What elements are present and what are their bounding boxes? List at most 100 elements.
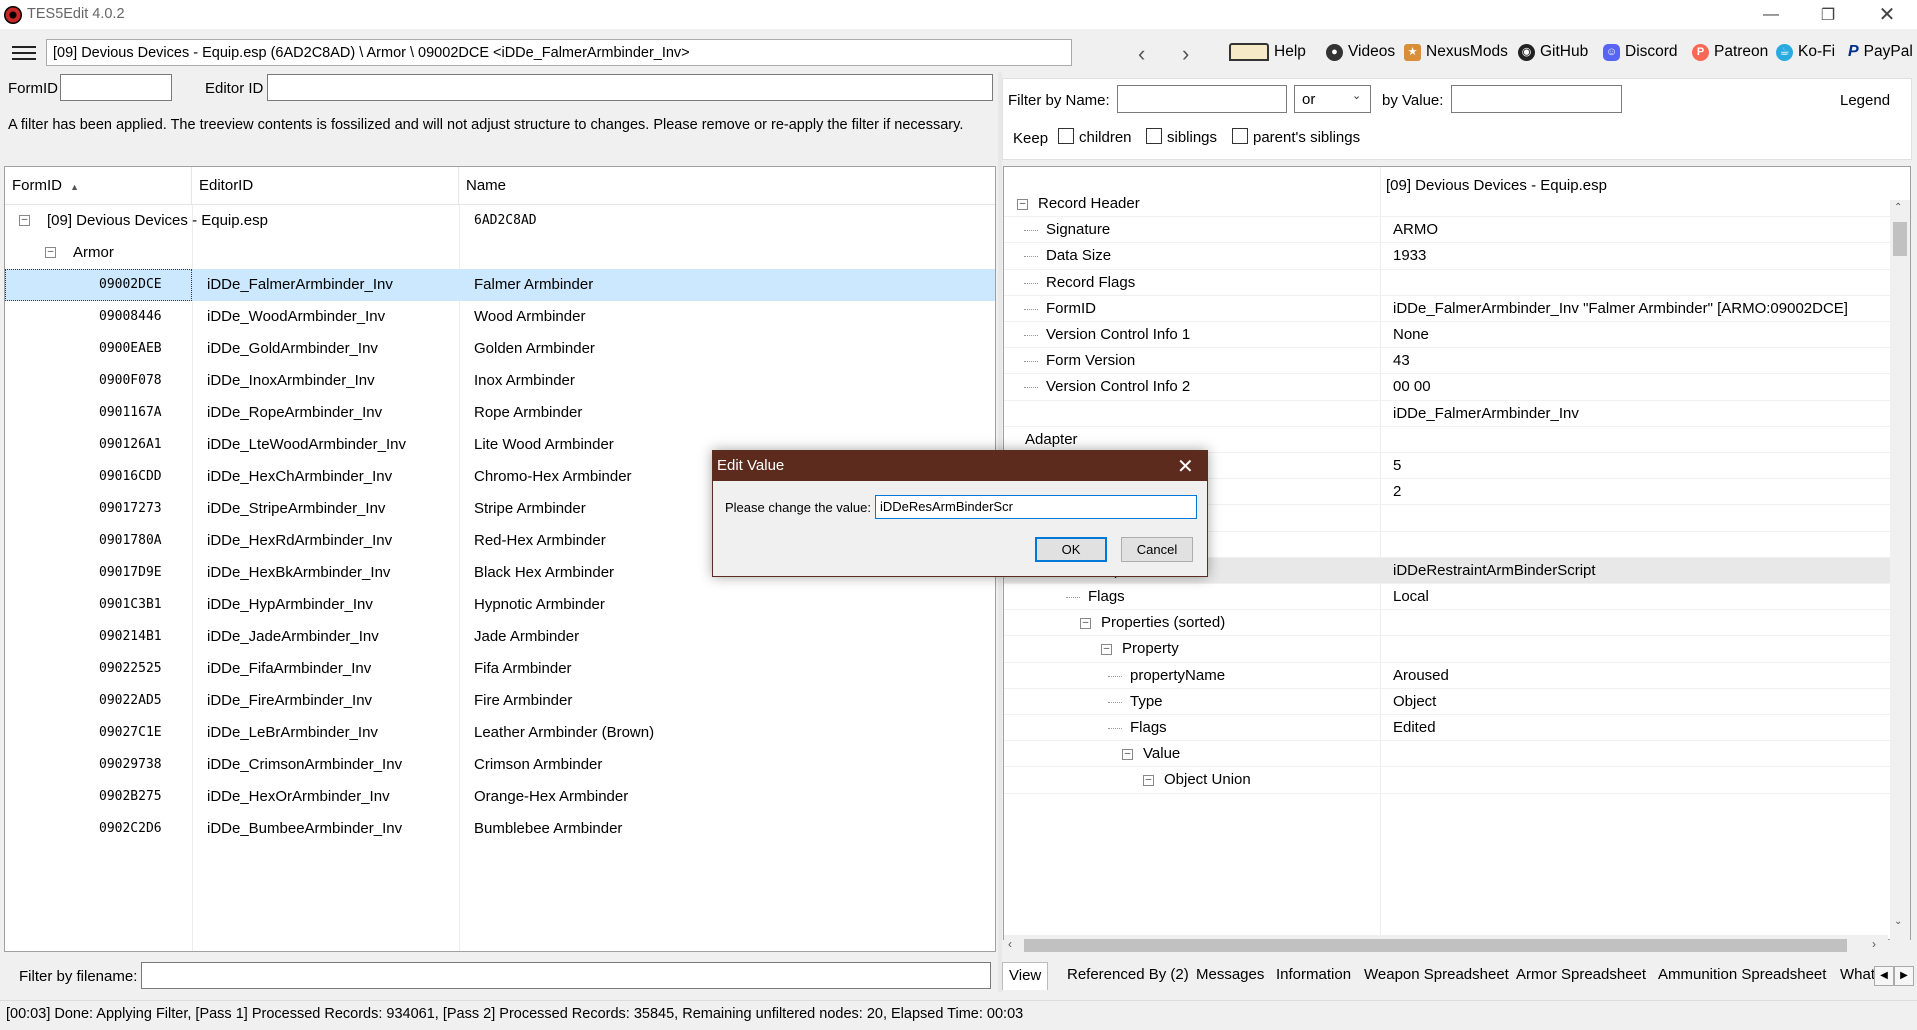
field-row[interactable]: Record Flags	[1004, 270, 1892, 296]
vertical-scrollbar[interactable]	[1890, 200, 1910, 940]
scroll-left-icon[interactable]: ‹	[1008, 937, 1012, 951]
table-row[interactable]: 090214B1 iDDe_JadeArmbinder_Inv Jade Armbi…	[5, 621, 995, 653]
table-row[interactable]: 0902C2D6 iDDe_BumbeeArmbinder_Inv Bumblebe…	[5, 813, 995, 845]
hamburger-menu-icon[interactable]	[12, 46, 36, 60]
collapse-icon[interactable]: –	[1143, 775, 1154, 787]
field-row[interactable]: Version Control Info 1 None	[1004, 322, 1892, 349]
discord-link[interactable]: ☺ Discord	[1603, 43, 1678, 61]
tab-weapon-spreadsheet[interactable]: Weapon Spreadsheet	[1358, 962, 1515, 990]
filter-filename-input[interactable]	[141, 962, 991, 989]
field-row[interactable]: – Property	[1004, 636, 1892, 663]
table-row[interactable]: 09029738 iDDe_CrimsonArmbinder_Inv Crimson…	[5, 749, 995, 781]
horizontal-scroll-thumb[interactable]	[1024, 939, 1847, 952]
field-row[interactable]: – Value	[1004, 741, 1892, 768]
collapse-icon[interactable]: –	[1122, 749, 1133, 761]
field-row[interactable]: FormID iDDe_FalmerArmbinder_Inv "Falmer A…	[1004, 296, 1892, 322]
by-value-input[interactable]	[1451, 85, 1622, 113]
column-header-editorid[interactable]: EditorID	[192, 167, 459, 205]
file-id: 6AD2C8AD	[474, 213, 537, 228]
keep-children-checkbox[interactable]	[1058, 128, 1074, 144]
forward-arrow-icon[interactable]: ›	[1182, 41, 1189, 67]
field-value: iDDe_FalmerArmbinder_Inv "Falmer Armbind…	[1393, 299, 1848, 317]
record-editorid: iDDe_FireArmbinder_Inv	[207, 692, 373, 709]
minimize-icon[interactable]: —	[1743, 0, 1799, 29]
tab-ammunition-spreadsheet[interactable]: Ammunition Spreadsheet	[1652, 962, 1832, 990]
videos-link[interactable]: ● Videos	[1326, 43, 1395, 61]
editorid-input[interactable]	[267, 74, 993, 101]
collapse-icon[interactable]: –	[1080, 618, 1091, 630]
field-row[interactable]: Signature ARMO	[1004, 217, 1892, 244]
table-row[interactable]: 09027C1E iDDe_LeBrArmbinder_Inv Leather Ar…	[5, 717, 995, 749]
tab-messages[interactable]: Messages	[1190, 962, 1270, 990]
field-row[interactable]: Data Size 1933	[1004, 243, 1892, 270]
github-link[interactable]: ◉ GitHub	[1518, 43, 1588, 61]
vertical-scroll-thumb[interactable]	[1893, 222, 1907, 256]
table-row[interactable]: 0901C3B1 iDDe_HypArmbinder_Inv Hypnotic Ar…	[5, 589, 995, 621]
formid-label: FormID	[8, 80, 58, 97]
record-formid: 09017273	[99, 501, 162, 516]
collapse-icon[interactable]: –	[1017, 199, 1028, 210]
field-row[interactable]: – Properties (sorted)	[1004, 610, 1892, 637]
field-row[interactable]: Form Version 43	[1004, 348, 1892, 375]
scroll-down-icon[interactable]: ⌄	[1894, 916, 1902, 927]
tab-scroll-right-icon[interactable]: ▶	[1894, 966, 1914, 986]
record-editorid: iDDe_WoodArmbinder_Inv	[207, 308, 386, 325]
help-link[interactable]: Help	[1229, 43, 1306, 61]
field-value: Edited	[1393, 719, 1436, 736]
ok-button[interactable]: OK	[1035, 537, 1107, 562]
field-row[interactable]: – Object Union	[1004, 767, 1892, 794]
field-row[interactable]: Version Control Info 2 00 00	[1004, 374, 1892, 401]
tab-scroll-left-icon[interactable]: ◀	[1874, 966, 1894, 986]
keep-label: Keep	[1013, 130, 1049, 147]
field-row[interactable]: propertyName Aroused	[1004, 663, 1892, 689]
restore-icon[interactable]: ❐	[1800, 0, 1856, 29]
field-row[interactable]: iDDe_FalmerArmbinder_Inv	[1004, 401, 1892, 427]
column-header-formid[interactable]: FormID ▲	[5, 167, 192, 205]
kofi-link[interactable]: ☕ Ko-Fi	[1776, 43, 1835, 61]
patreon-link[interactable]: P Patreon	[1692, 43, 1768, 61]
paypal-link[interactable]: P PayPal	[1848, 43, 1913, 61]
field-row[interactable]: Flags Local	[1004, 584, 1892, 611]
table-row[interactable]: 09002DCE iDDe_FalmerArmbinder_Inv Falmer A…	[5, 269, 995, 301]
tab-referenced-by[interactable]: Referenced By (2)	[1061, 962, 1195, 990]
keep-parents-siblings-checkbox[interactable]	[1232, 128, 1248, 144]
table-row[interactable]: 09022AD5 iDDe_FireArmbinder_Inv Fire Armbi…	[5, 685, 995, 717]
table-row[interactable]: 09022525 iDDe_FifaArmbinder_Inv Fifa Armbi…	[5, 653, 995, 685]
collapse-icon[interactable]: –	[45, 247, 56, 258]
value-input[interactable]: iDDeResArmBinderScr	[875, 495, 1197, 519]
table-row[interactable]: 0901167A iDDe_RopeArmbinder_Inv Rope Armbi…	[5, 397, 995, 429]
formid-input[interactable]	[60, 74, 172, 101]
table-row[interactable]: 0902B275 iDDe_HexOrArmbinder_Inv Orange-He…	[5, 781, 995, 813]
scroll-up-icon[interactable]: ⌃	[1894, 202, 1902, 213]
back-arrow-icon[interactable]: ‹	[1138, 41, 1145, 67]
legend-link[interactable]: Legend	[1840, 92, 1890, 109]
dialog-title-bar[interactable]	[713, 451, 1207, 481]
tab-information[interactable]: Information	[1270, 962, 1357, 990]
keep-siblings-checkbox[interactable]	[1146, 128, 1162, 144]
cancel-button[interactable]: Cancel	[1121, 537, 1193, 562]
record-formid: 0900EAEB	[99, 341, 162, 356]
table-row[interactable]: 0900F078 iDDe_InoxArmbinder_Inv Inox Armbi…	[5, 365, 995, 397]
record-path-field[interactable]: [09] Devious Devices - Equip.esp (6AD2C8…	[46, 39, 1072, 66]
scroll-right-icon[interactable]: ›	[1872, 937, 1876, 951]
record-editorid: iDDe_HexRdArmbinder_Inv	[207, 532, 393, 549]
filter-applied-message: A filter has been applied. The treeview …	[8, 117, 964, 133]
field-row[interactable]: Type Object	[1004, 689, 1892, 715]
field-row[interactable]: – Record Header	[1004, 191, 1892, 218]
table-row[interactable]: 0900EAEB iDDe_GoldArmbinder_Inv Golden Arm…	[5, 333, 995, 365]
field-value: None	[1393, 326, 1429, 343]
collapse-icon[interactable]: –	[1101, 644, 1112, 656]
filter-by-name-input[interactable]	[1117, 85, 1287, 113]
tree-row-group[interactable]: – Armor	[5, 237, 995, 269]
column-header-name[interactable]: Name	[459, 167, 995, 205]
field-row[interactable]: Flags Edited	[1004, 715, 1892, 742]
table-row[interactable]: 09008446 iDDe_WoodArmbinder_Inv Wood Armbi…	[5, 301, 995, 333]
close-icon[interactable]: ✕	[1177, 454, 1194, 479]
nexusmods-link[interactable]: ★ NexusMods	[1404, 43, 1508, 61]
tab-view[interactable]: View	[1002, 962, 1049, 990]
collapse-icon[interactable]: –	[19, 215, 30, 226]
tree-row-file[interactable]: – [09] Devious Devices - Equip.esp 6AD2C…	[5, 205, 995, 237]
close-icon[interactable]: ✕	[1859, 0, 1915, 29]
field-label: Object Union	[1164, 771, 1251, 789]
tab-armor-spreadsheet[interactable]: Armor Spreadsheet	[1510, 962, 1652, 990]
